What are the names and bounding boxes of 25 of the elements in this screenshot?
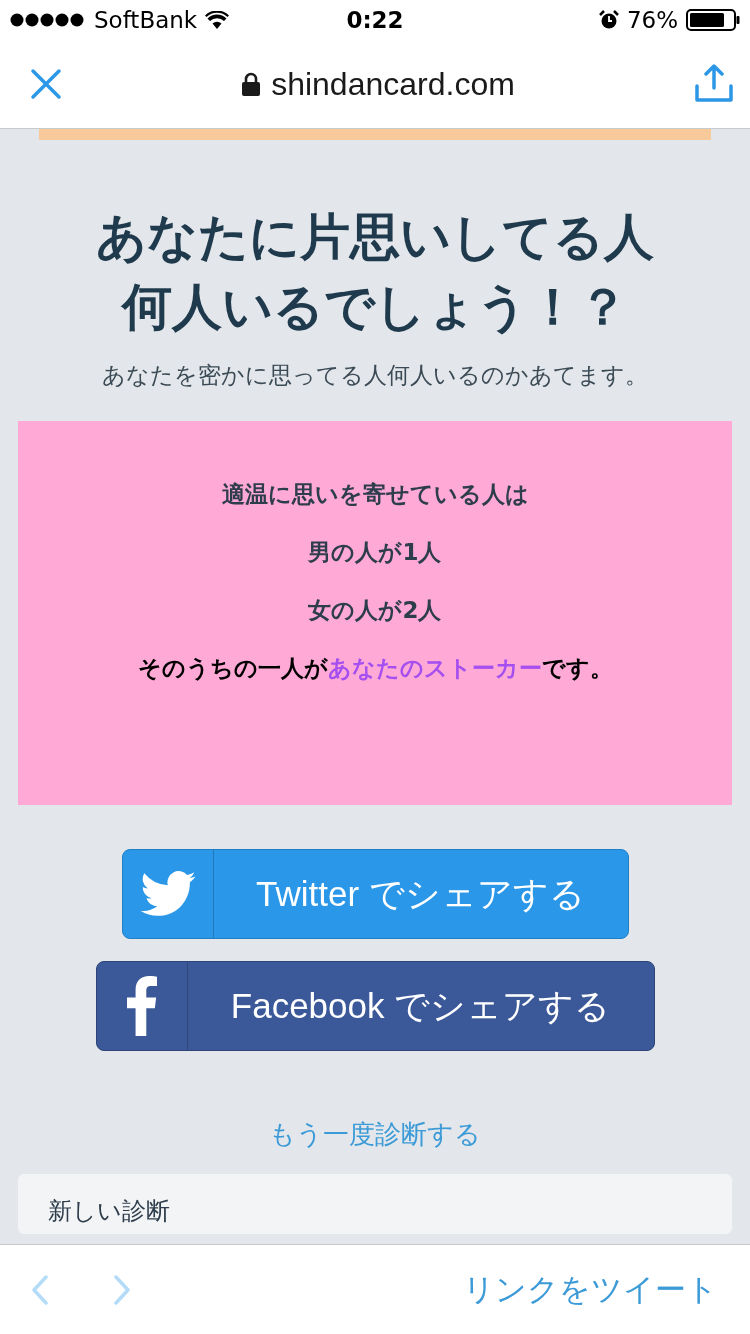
alarm-icon	[598, 10, 619, 30]
share-button[interactable]	[694, 64, 734, 104]
result-text: そのうちの一人があなたのストーカーです。	[137, 654, 613, 683]
result-text: 女の人が2人	[308, 596, 442, 625]
status-time: 0:22	[345, 7, 405, 33]
page-title: 何人いるでしょう！？	[120, 277, 629, 338]
bird-icon	[139, 871, 196, 917]
wifi-icon	[205, 11, 230, 29]
page-title: あなたに片思いしてる人	[96, 207, 654, 268]
carrier-name: SoftBank	[94, 7, 198, 33]
facebook-f-icon	[126, 976, 157, 1036]
facebook-share-button[interactable]: Facebook でシェアする	[95, 961, 655, 1051]
tweet-link-button[interactable]: リンクをツイート	[463, 1268, 718, 1311]
result-text: 男の人が1人	[308, 538, 442, 567]
page-url[interactable]: shindancard.com	[271, 65, 515, 103]
result-text: 適温に思いを寄せている人は	[221, 480, 529, 509]
section-title: 新しい診断	[48, 1196, 170, 1226]
page-subtitle: あなたを密かに思ってる人何人いるのかあてます。	[102, 361, 648, 390]
lock-icon	[241, 72, 262, 96]
battery-percent: 76%	[626, 7, 678, 33]
battery-icon	[686, 9, 740, 31]
retry-link[interactable]: もう一度診断する	[269, 1117, 481, 1152]
twitter-share-button[interactable]: Twitter でシェアする	[121, 849, 629, 939]
close-button[interactable]	[30, 68, 62, 100]
signal-icon	[10, 13, 86, 27]
